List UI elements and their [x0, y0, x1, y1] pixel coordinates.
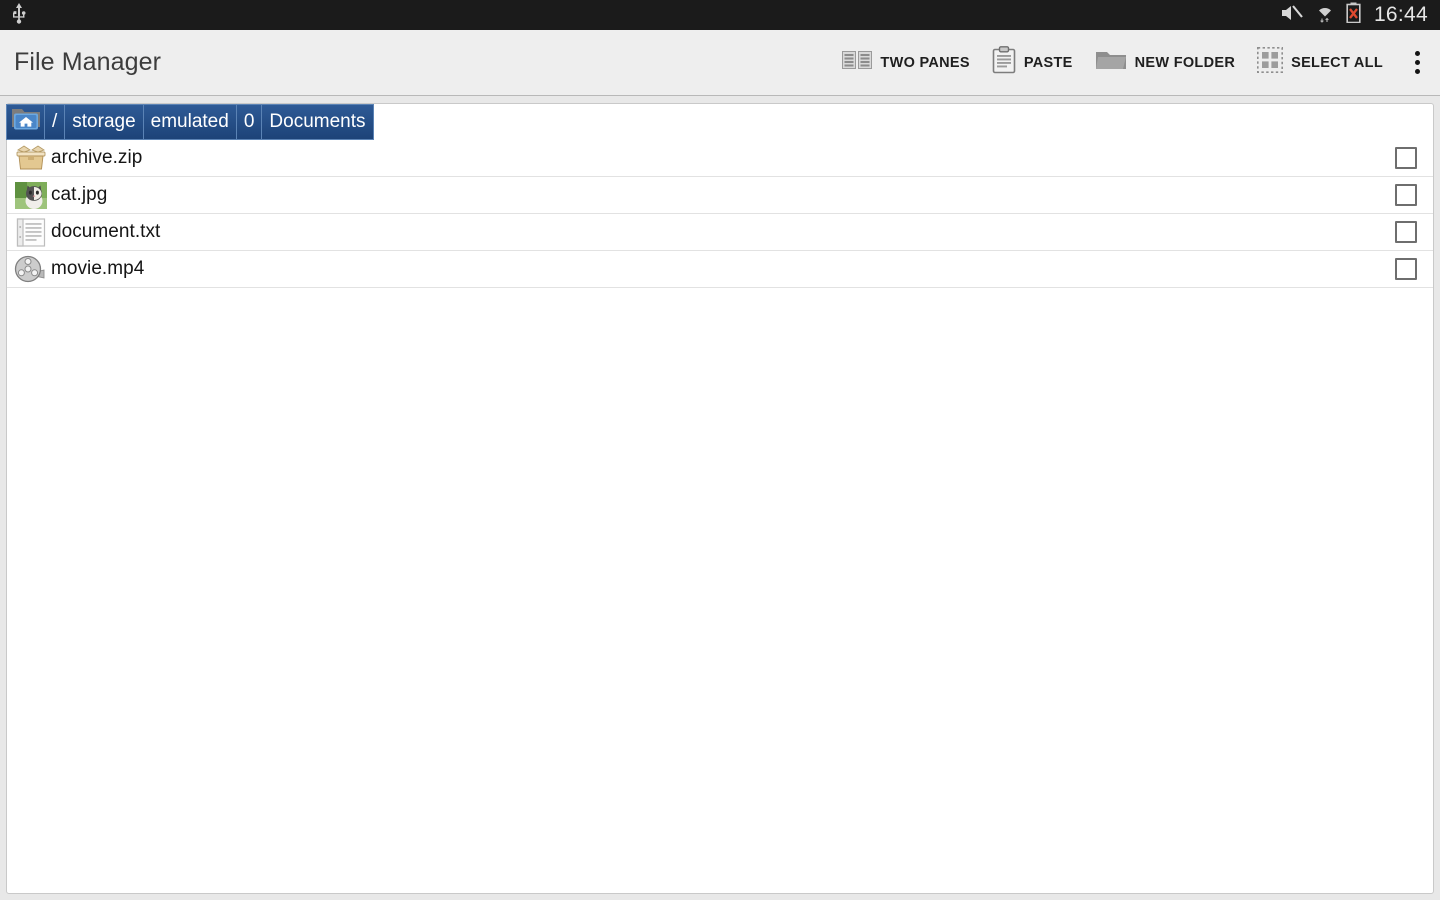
- archive-box-icon: [10, 142, 51, 175]
- usb-icon: [10, 2, 28, 29]
- paste-label: PASTE: [1023, 54, 1073, 71]
- file-name: movie.mp4: [51, 258, 145, 279]
- action-bar-items: TWO PANES PASTE NEW FOLDER SELECT ALL: [831, 30, 1440, 95]
- two-panes-icon: [842, 48, 873, 77]
- text-document-icon: [10, 216, 51, 249]
- status-bar-right-icons: 16:44: [1280, 2, 1428, 28]
- select-all-button[interactable]: SELECT ALL: [1246, 30, 1394, 95]
- row-checkbox[interactable]: [1395, 258, 1417, 280]
- row-checkbox[interactable]: [1395, 184, 1417, 206]
- file-list: archive.zip cat.jpg document.txt movie.m…: [7, 140, 1433, 288]
- new-folder-label: NEW FOLDER: [1134, 54, 1236, 71]
- battery-missing-icon: [1346, 2, 1361, 28]
- action-bar: File Manager TWO PANES PASTE NEW FOLDER …: [0, 30, 1440, 96]
- breadcrumb-segment-root[interactable]: /: [45, 104, 66, 140]
- breadcrumb-segment-storage[interactable]: storage: [65, 104, 144, 140]
- volume-mute-icon: [1280, 3, 1304, 28]
- table-row[interactable]: document.txt: [7, 214, 1433, 251]
- image-thumbnail-icon: [10, 179, 51, 212]
- file-name: archive.zip: [51, 147, 143, 168]
- overflow-dot-icon: [1414, 51, 1420, 56]
- row-checkbox[interactable]: [1395, 221, 1417, 243]
- wifi-icon: [1315, 3, 1335, 28]
- select-all-icon: [1257, 47, 1284, 78]
- row-checkbox[interactable]: [1395, 147, 1417, 169]
- status-bar-left-icons: [10, 2, 28, 29]
- table-row[interactable]: archive.zip: [7, 140, 1433, 177]
- breadcrumb-segment-0[interactable]: 0: [236, 104, 263, 140]
- select-all-label: SELECT ALL: [1291, 54, 1383, 71]
- breadcrumb-segment-emulated[interactable]: emulated: [143, 104, 237, 140]
- clipboard-paste-icon: [992, 46, 1016, 79]
- table-row[interactable]: cat.jpg: [7, 177, 1433, 214]
- two-panes-label: TWO PANES: [880, 54, 970, 71]
- breadcrumb-home-button[interactable]: [6, 104, 45, 140]
- overflow-menu-button[interactable]: [1394, 30, 1440, 95]
- table-row[interactable]: movie.mp4: [7, 251, 1433, 288]
- status-bar: 16:44: [0, 0, 1440, 30]
- breadcrumb-segment-documents[interactable]: Documents: [262, 104, 374, 140]
- overflow-dot-icon: [1414, 69, 1420, 74]
- home-folder-icon: [11, 107, 41, 137]
- film-reel-icon: [10, 253, 51, 286]
- file-name: document.txt: [51, 221, 161, 242]
- app-title: File Manager: [14, 48, 162, 76]
- new-folder-button[interactable]: NEW FOLDER: [1084, 30, 1246, 95]
- file-name: cat.jpg: [51, 184, 108, 205]
- breadcrumb: / storage emulated 0 Documents: [6, 104, 374, 140]
- overflow-dot-icon: [1414, 60, 1420, 65]
- paste-button[interactable]: PASTE: [981, 30, 1084, 95]
- new-folder-icon: [1095, 48, 1127, 77]
- status-bar-clock: 16:44: [1373, 3, 1428, 26]
- two-panes-button[interactable]: TWO PANES: [831, 30, 980, 95]
